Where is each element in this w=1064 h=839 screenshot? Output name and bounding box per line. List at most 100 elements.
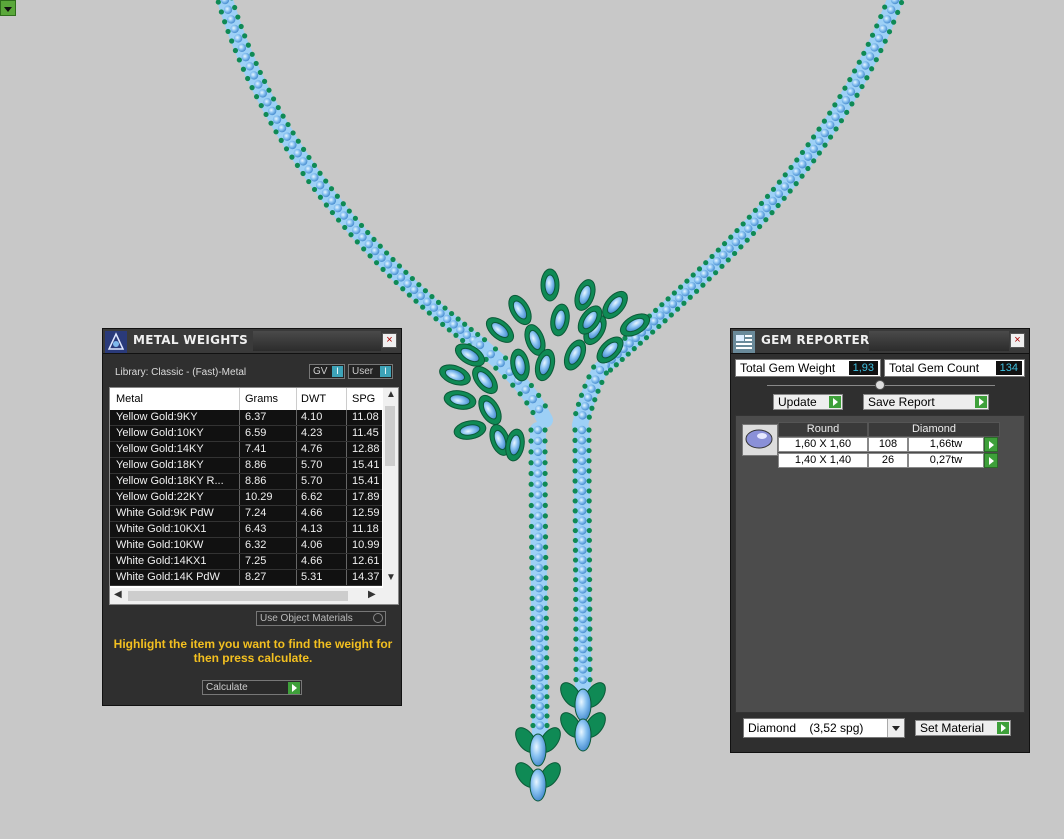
column-divider — [239, 458, 240, 473]
scroll-down-icon[interactable]: ▼ — [386, 572, 396, 583]
dwt-cell: 4.06 — [301, 539, 323, 551]
titlebar-grip — [253, 331, 381, 351]
table-row[interactable]: White Gold:14KX1 7.25 4.66 12.61 — [110, 554, 382, 570]
gem-reporter-logo-icon — [733, 331, 755, 353]
column-divider — [296, 426, 297, 441]
spg-cell: 12.59 — [352, 507, 380, 519]
column-divider — [296, 474, 297, 489]
metal-weights-logo-icon — [105, 331, 127, 353]
metal-name-cell: Yellow Gold:14KY — [116, 443, 204, 455]
splitter-handle[interactable] — [875, 380, 885, 390]
gem-reporter-titlebar[interactable]: GEM REPORTER × — [731, 329, 1029, 354]
row-select-arrow-icon[interactable] — [984, 437, 998, 452]
column-divider — [296, 458, 297, 473]
metal-name-cell: Yellow Gold:10KY — [116, 427, 204, 439]
marquise-gem — [544, 274, 556, 296]
scroll-thumb[interactable] — [385, 406, 395, 466]
spg-cell: 15.41 — [352, 475, 380, 487]
round-gem-icon[interactable] — [742, 424, 778, 456]
gv-toggle-label: GV — [313, 366, 328, 377]
metal-name-cell: Yellow Gold:22KY — [116, 491, 204, 503]
material-select[interactable]: Diamond (3,52 spg) — [743, 718, 905, 738]
drop-gem — [529, 733, 547, 767]
column-divider — [346, 458, 347, 473]
gem-count-cell: 26 — [868, 453, 908, 468]
gem-count-cell: 108 — [868, 437, 908, 452]
scroll-up-icon[interactable]: ▲ — [386, 389, 396, 400]
use-object-materials-label: Use Object Materials — [260, 613, 353, 624]
column-header-spg[interactable]: SPG — [352, 393, 375, 405]
gem-shape-header: Round — [778, 422, 868, 437]
table-row[interactable]: White Gold:10KW 6.32 4.06 10.99 — [110, 538, 382, 554]
metal-name-cell: White Gold:10KW — [116, 539, 204, 551]
column-header-grams[interactable]: Grams — [245, 393, 278, 405]
metal-table-header: Metal Grams DWT SPG — [110, 388, 382, 411]
spg-cell: 12.61 — [352, 555, 380, 567]
dwt-cell: 4.66 — [301, 555, 323, 567]
save-report-button[interactable]: Save Report — [863, 394, 989, 410]
table-row[interactable]: Yellow Gold:9KY 6.37 4.10 11.08 — [110, 410, 382, 426]
metal-name-cell: White Gold:14KX1 — [116, 555, 207, 567]
go-arrow-icon[interactable] — [997, 722, 1009, 734]
total-gem-weight-label: Total Gem Weight — [740, 361, 836, 375]
grams-cell: 7.24 — [245, 507, 267, 519]
column-divider — [346, 538, 347, 553]
column-header-metal[interactable]: Metal — [116, 393, 143, 405]
column-divider — [239, 570, 240, 585]
set-material-button[interactable]: Set Material — [915, 720, 1011, 736]
table-row[interactable]: Yellow Gold:14KY 7.41 4.76 12.88 — [110, 442, 382, 458]
metal-name-cell: Yellow Gold:18KY — [116, 459, 204, 471]
scroll-left-icon[interactable]: ◀ — [114, 589, 122, 600]
go-arrow-icon[interactable] — [829, 396, 841, 408]
gem-material-header: Diamond — [868, 422, 1000, 437]
table-row[interactable]: White Gold:14K PdW 8.27 5.31 14.37 — [110, 570, 382, 586]
panel-title: GEM REPORTER — [761, 333, 870, 347]
column-divider — [296, 490, 297, 505]
close-icon[interactable]: × — [382, 333, 397, 348]
user-toggle[interactable]: User I — [348, 364, 393, 379]
row-select-arrow-icon[interactable] — [984, 453, 998, 468]
grams-cell: 6.43 — [245, 523, 267, 535]
table-row[interactable]: Yellow Gold:18KY 8.86 5.70 15.41 — [110, 458, 382, 474]
update-label: Update — [778, 395, 817, 409]
gem-shape-graphic — [745, 429, 773, 449]
column-divider — [296, 506, 297, 521]
dwt-cell: 4.66 — [301, 507, 323, 519]
column-divider — [346, 442, 347, 457]
use-object-materials-checkbox[interactable]: Use Object Materials — [256, 611, 386, 626]
horizontal-scrollbar[interactable]: ◀ ▶ — [110, 588, 398, 604]
viewport-menu-button[interactable] — [0, 0, 16, 16]
material-select-value: Diamond (3,52 spg) — [748, 721, 864, 735]
close-icon[interactable]: × — [1010, 333, 1025, 348]
grams-cell: 10.29 — [245, 491, 273, 503]
go-arrow-icon[interactable] — [288, 682, 300, 694]
gv-toggle[interactable]: GV I — [309, 364, 345, 379]
table-row[interactable]: White Gold:9K PdW 7.24 4.66 12.59 — [110, 506, 382, 522]
column-divider — [346, 570, 347, 585]
table-row[interactable]: Yellow Gold:10KY 6.59 4.23 11.45 — [110, 426, 382, 442]
update-button[interactable]: Update — [773, 394, 843, 410]
table-row[interactable]: White Gold:10KX1 6.43 4.13 11.18 — [110, 522, 382, 538]
total-gem-count-label: Total Gem Count — [889, 361, 980, 375]
scroll-right-icon[interactable]: ▶ — [368, 589, 376, 600]
gem-weight-cell: 0,27tw — [908, 453, 984, 468]
total-gem-weight-value: 1,93 — [848, 361, 878, 375]
column-divider — [239, 554, 240, 569]
library-label: Library: Classic - (Fast)-Metal — [115, 367, 247, 378]
calculate-button[interactable]: Calculate — [202, 680, 302, 695]
dwt-cell: 5.70 — [301, 459, 323, 471]
metal-weights-titlebar[interactable]: METAL WEIGHTS × — [103, 329, 401, 354]
scroll-thumb[interactable] — [128, 591, 348, 601]
column-divider — [346, 388, 347, 410]
column-divider — [346, 506, 347, 521]
table-row[interactable]: Yellow Gold:18KY R... 8.86 5.70 15.41 — [110, 474, 382, 490]
vertical-scrollbar[interactable]: ▲ ▼ — [383, 388, 398, 588]
checkbox-icon[interactable] — [373, 613, 383, 623]
chevron-down-icon[interactable] — [887, 719, 904, 737]
go-arrow-icon[interactable] — [975, 396, 987, 408]
total-gem-count-field: Total Gem Count 134 — [884, 359, 1025, 377]
column-divider — [239, 538, 240, 553]
gv-toggle-mark: I — [332, 366, 343, 377]
table-row[interactable]: Yellow Gold:22KY 10.29 6.62 17.89 — [110, 490, 382, 506]
column-header-dwt[interactable]: DWT — [301, 393, 326, 405]
